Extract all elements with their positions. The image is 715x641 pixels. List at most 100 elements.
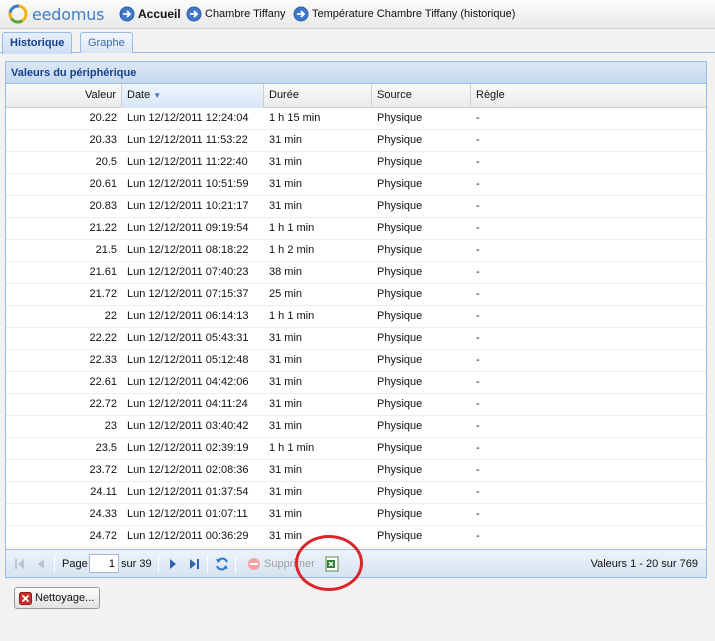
cell-regle: - <box>476 530 480 542</box>
cell-regle: - <box>476 442 480 454</box>
cell-duree: 1 h 1 min <box>269 310 315 322</box>
table-row[interactable]: 20.5 Lun 12/12/2011 11:22:40 31 min Physiqu… <box>6 152 706 174</box>
cell-duree: 31 min <box>269 420 303 432</box>
delete-icon <box>248 558 260 570</box>
cell-source: Physique <box>377 310 423 322</box>
sort-descending-icon: ▼ <box>153 91 162 100</box>
table-row[interactable]: 20.83 Lun 12/12/2011 10:21:17 31 min Physiq… <box>6 196 706 218</box>
cell-regle: - <box>476 178 480 190</box>
column-header-regle-label: Règle <box>476 89 505 101</box>
cell-regle: - <box>476 244 480 256</box>
tab-graphe[interactable]: Graphe <box>80 32 133 53</box>
cell-valeur: 21.61 <box>89 266 117 278</box>
cell-duree: 31 min <box>269 200 303 212</box>
column-header-regle[interactable]: Règle <box>471 84 706 108</box>
table-row[interactable]: 23.5 Lun 12/12/2011 02:39:19 1 h 1 min Phys… <box>6 438 706 460</box>
cell-regle: - <box>476 332 480 344</box>
tab-strip: Historique Graphe <box>0 29 715 54</box>
table-row[interactable]: 20.33 Lun 12/12/2011 11:53:22 31 min Physiq… <box>6 130 706 152</box>
cell-valeur: 24.11 <box>90 486 117 498</box>
table-row[interactable]: 24.72 Lun 12/12/2011 00:36:29 31 min Physiq… <box>6 526 706 548</box>
cell-source: Physique <box>377 442 423 454</box>
table-row[interactable]: 21.5 Lun 12/12/2011 08:18:22 1 h 2 min Phys… <box>6 240 706 262</box>
table-row[interactable]: 22.22 Lun 12/12/2011 05:43:31 31 min Physiq… <box>6 328 706 350</box>
cell-date: Lun 12/12/2011 02:08:36 <box>127 464 249 476</box>
table-row[interactable]: 23.72 Lun 12/12/2011 02:08:36 31 min Physiq… <box>6 460 706 482</box>
cell-regle: - <box>476 222 480 234</box>
table-row[interactable]: 23 Lun 12/12/2011 03:40:42 31 min Physique - <box>6 416 706 438</box>
cell-regle: - <box>476 112 480 124</box>
cell-regle: - <box>476 134 480 146</box>
cell-duree: 31 min <box>269 178 303 190</box>
table-row[interactable]: 21.61 Lun 12/12/2011 07:40:23 38 min Physiq… <box>6 262 706 284</box>
next-page-icon[interactable] <box>165 556 181 572</box>
table-row[interactable]: 24.33 Lun 12/12/2011 01:07:11 31 min Physiq… <box>6 504 706 526</box>
cell-valeur: 22.61 <box>89 376 117 388</box>
cell-date: Lun 12/12/2011 04:11:24 <box>127 398 248 410</box>
refresh-icon[interactable] <box>214 556 230 572</box>
cell-duree: 31 min <box>269 486 303 498</box>
cell-source: Physique <box>377 178 423 190</box>
column-header-date[interactable]: Date ▼ <box>122 84 264 108</box>
cell-source: Physique <box>377 508 423 520</box>
column-header-date-label: Date <box>127 89 151 101</box>
grid-body: 20.22 Lun 12/12/2011 12:24:04 1 h 15 min Ph… <box>6 108 706 548</box>
nav-room-label: Chambre Tiffany <box>205 8 286 20</box>
eedomus-logo[interactable]: eedomus <box>8 3 104 25</box>
arrow-right-circle-icon <box>186 6 202 22</box>
column-header-valeur[interactable]: Valeur <box>6 84 122 108</box>
column-header-source-label: Source <box>377 89 412 101</box>
cell-regle: - <box>476 288 480 300</box>
nav-room[interactable]: Chambre Tiffany <box>186 5 286 23</box>
cell-valeur: 20.61 <box>89 178 117 190</box>
table-row[interactable]: 21.22 Lun 12/12/2011 09:19:54 1 h 1 min Phy… <box>6 218 706 240</box>
cell-regle: - <box>476 156 480 168</box>
top-navigation-bar: eedomus Accueil Chambre Tiffany Températ… <box>0 0 715 29</box>
toolbar-separator <box>235 555 236 573</box>
page-number-input[interactable] <box>89 554 119 573</box>
table-row[interactable]: 21.72 Lun 12/12/2011 07:15:37 25 min Physiq… <box>6 284 706 306</box>
cell-valeur: 20.33 <box>89 134 117 146</box>
column-header-source[interactable]: Source <box>372 84 471 108</box>
cell-date: Lun 12/12/2011 05:43:31 <box>127 332 249 344</box>
logo-text: eedomus <box>32 4 105 24</box>
cell-source: Physique <box>377 354 423 366</box>
cell-valeur: 24.33 <box>89 508 117 520</box>
column-header-duree[interactable]: Durée <box>264 84 372 108</box>
table-row[interactable]: 20.61 Lun 12/12/2011 10:51:59 31 min Physiq… <box>6 174 706 196</box>
cell-valeur: 20.22 <box>89 112 117 124</box>
cell-duree: 25 min <box>269 288 303 300</box>
last-page-icon[interactable] <box>186 556 202 572</box>
cell-date: Lun 12/12/2011 01:37:54 <box>127 486 249 498</box>
table-row[interactable]: 22.72 Lun 12/12/2011 04:11:24 31 min Physiq… <box>6 394 706 416</box>
cell-regle: - <box>476 420 480 432</box>
first-page-icon[interactable] <box>12 556 28 572</box>
tab-historique[interactable]: Historique <box>2 32 73 54</box>
cell-date: Lun 12/12/2011 09:19:54 <box>127 222 249 234</box>
grid-header: Valeur Date ▼ Durée Source Règle <box>6 84 706 108</box>
cell-date: Lun 12/12/2011 06:14:13 <box>127 310 249 322</box>
table-row[interactable]: 22.33 Lun 12/12/2011 05:12:48 31 min Physiq… <box>6 350 706 372</box>
cell-regle: - <box>476 200 480 212</box>
cell-regle: - <box>476 310 480 322</box>
cell-source: Physique <box>377 464 423 476</box>
cleanup-button[interactable]: Nettoyage... <box>14 587 100 609</box>
cell-date: Lun 12/12/2011 04:42:06 <box>127 376 249 388</box>
previous-page-icon[interactable] <box>33 556 49 572</box>
cell-regle: - <box>476 486 480 498</box>
cell-source: Physique <box>377 200 423 212</box>
table-row[interactable]: 20.22 Lun 12/12/2011 12:24:04 1 h 15 min Ph… <box>6 108 706 130</box>
cell-duree: 38 min <box>269 266 303 278</box>
table-row[interactable]: 22.61 Lun 12/12/2011 04:42:06 31 min Physiq… <box>6 372 706 394</box>
nav-home[interactable]: Accueil <box>119 5 181 23</box>
column-header-valeur-label: Valeur <box>85 89 116 101</box>
cell-source: Physique <box>377 530 423 542</box>
cell-valeur: 23.72 <box>89 464 117 476</box>
cell-source: Physique <box>377 332 423 344</box>
cell-duree: 31 min <box>269 354 303 366</box>
table-row[interactable]: 24.11 Lun 12/12/2011 01:37:54 31 min Physiq… <box>6 482 706 504</box>
cell-regle: - <box>476 398 480 410</box>
nav-device-history[interactable]: Température Chambre Tiffany (historique) <box>293 5 515 23</box>
table-row[interactable]: 22 Lun 12/12/2011 06:14:13 1 h 1 min Physiq… <box>6 306 706 328</box>
cell-date: Lun 12/12/2011 02:39:19 <box>127 442 249 454</box>
